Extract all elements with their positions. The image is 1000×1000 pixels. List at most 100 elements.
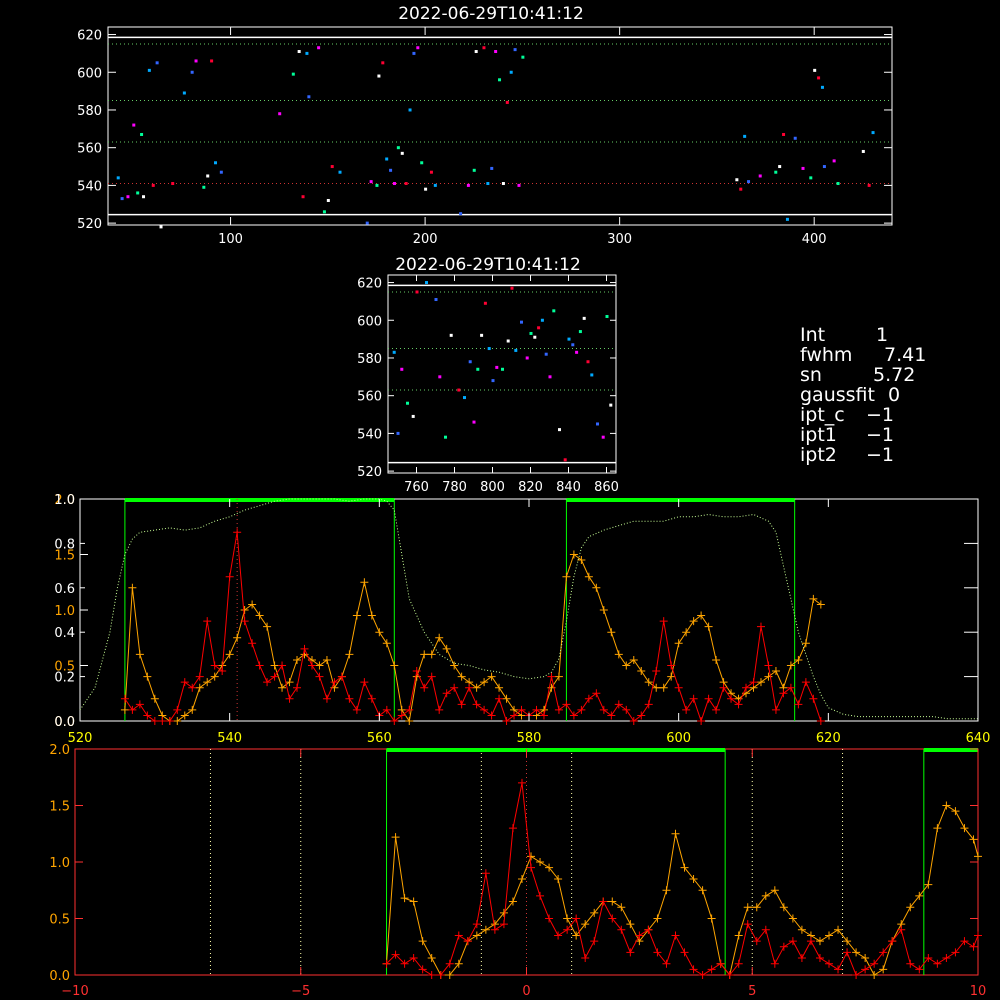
x-tick-label: 760 [404, 480, 429, 495]
data-point [412, 51, 416, 55]
data-point [420, 161, 424, 165]
info-fwhm-value: 7.41 [884, 344, 926, 366]
x-tick-label: 520 [68, 731, 93, 746]
data-point [444, 435, 447, 439]
data-point [739, 187, 743, 191]
y-tick-label: 600 [77, 66, 102, 81]
data-point [330, 165, 334, 169]
data-point [609, 403, 613, 407]
data-point [140, 132, 144, 136]
data-point [385, 157, 389, 161]
y-tick-label: 1.5 [49, 800, 70, 815]
data-point [297, 50, 301, 54]
data-point [142, 195, 146, 199]
data-point [793, 136, 797, 140]
data-point [219, 170, 223, 174]
data-point [463, 396, 466, 400]
x-tick-label: 840 [556, 480, 581, 495]
data-point [206, 174, 210, 178]
info-int-value: 1 [876, 324, 888, 346]
data-point [147, 68, 151, 72]
data-point [389, 168, 393, 172]
data-point [338, 170, 342, 174]
data-point [501, 367, 504, 371]
data-point [747, 180, 751, 184]
data-point [483, 301, 487, 305]
info-sn-value: 5.72 [873, 364, 915, 386]
data-point [472, 168, 476, 172]
data-point [525, 356, 529, 360]
info-ipt2-value: −1 [866, 444, 894, 466]
y-tick-label-white: 0.8 [54, 537, 75, 552]
x-tick-label: 560 [367, 731, 392, 746]
x-tick-label: 580 [517, 731, 542, 746]
data-point [381, 61, 385, 65]
x-tick-label: 600 [666, 731, 691, 746]
data-point [596, 422, 599, 426]
data-point [801, 166, 805, 170]
data-point [735, 178, 739, 182]
y-tick-label: 580 [357, 352, 382, 367]
data-point [449, 333, 453, 337]
data-point [537, 326, 541, 330]
data-point [861, 149, 865, 153]
data-point [408, 108, 412, 112]
data-point [517, 183, 521, 187]
y-tick-label: 540 [77, 179, 102, 194]
data-point [513, 48, 517, 52]
x-tick-label: 100 [218, 232, 243, 247]
x-tick-label: 820 [518, 480, 543, 495]
y-tick-label-white: 0.2 [54, 671, 75, 686]
data-point [120, 197, 124, 201]
y-tick-label-white: 0.0 [54, 715, 75, 730]
x-tick-label: 640 [966, 731, 991, 746]
info-ipt1-label: ipt1 [800, 424, 837, 446]
info-fwhm-label: fwhm [800, 344, 852, 366]
data-point [548, 375, 552, 379]
x-tick-label: 400 [802, 232, 827, 247]
info-iptc-value: −1 [866, 404, 894, 426]
data-point [392, 182, 396, 186]
data-point [406, 401, 409, 405]
data-point [429, 170, 433, 174]
data-point [578, 330, 582, 334]
y-tick-label-orange: 1.0 [54, 604, 75, 619]
data-point [490, 166, 494, 170]
data-point [480, 333, 484, 337]
y-tick-label-white: 1.0 [54, 493, 75, 508]
data-point [491, 379, 495, 383]
data-point [575, 350, 579, 354]
x-tick-label: 780 [442, 480, 467, 495]
data-point [505, 100, 509, 104]
data-point [317, 46, 321, 50]
x-tick-label: 800 [480, 480, 505, 495]
data-point [582, 316, 586, 320]
y-tick-label-white: 0.4 [54, 626, 75, 641]
x-tick-label: 620 [816, 731, 841, 746]
x-tick-label: −10 [61, 984, 88, 999]
data-point [494, 50, 498, 54]
data-point [291, 72, 295, 76]
y-tick-label: 520 [77, 217, 102, 232]
data-point [416, 46, 420, 50]
data-point [415, 290, 419, 294]
data-point [307, 95, 311, 99]
x-tick-label: 300 [607, 232, 632, 247]
data-point [544, 352, 548, 356]
data-point [202, 185, 206, 189]
data-point [365, 221, 369, 225]
data-point [590, 373, 594, 377]
data-point [510, 286, 514, 290]
data-point [785, 217, 789, 221]
data-point [151, 183, 155, 187]
data-point [466, 183, 470, 187]
data-point [521, 55, 525, 59]
data-point [377, 74, 381, 78]
data-point [822, 165, 826, 169]
data-point [136, 191, 140, 195]
data-point [424, 187, 428, 191]
data-point [459, 212, 463, 216]
data-point [190, 70, 194, 74]
spectrum-figure: 100 200 300 400520540560580600620 2022-06-2… [0, 0, 1000, 1000]
x-tick-label: −5 [291, 984, 310, 999]
